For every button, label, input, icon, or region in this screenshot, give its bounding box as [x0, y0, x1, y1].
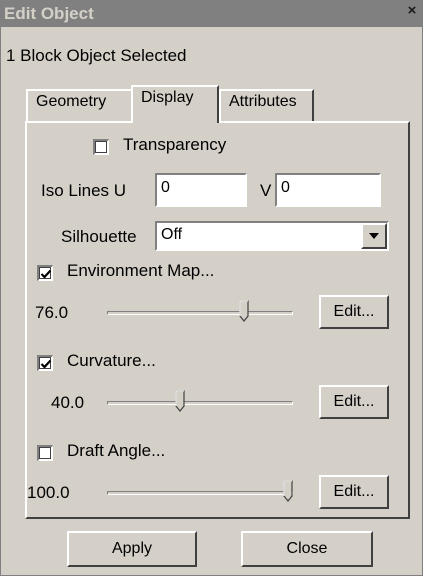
- draft-angle-slider-thumb[interactable]: [283, 480, 293, 502]
- curvature-value: 40.0: [51, 393, 85, 412]
- iso-lines-v-input[interactable]: 0: [275, 173, 381, 207]
- environment-map-slider-thumb[interactable]: [239, 300, 249, 322]
- draft-angle-value: 100.0: [27, 483, 70, 502]
- selection-status: 1 Block Object Selected: [6, 46, 187, 65]
- window-title: Edit Object: [4, 4, 94, 23]
- curvature-label: Curvature...: [67, 351, 156, 370]
- iso-lines-u-input[interactable]: 0: [155, 173, 247, 207]
- transparency-checkbox[interactable]: [93, 139, 109, 155]
- curvature-slider-thumb[interactable]: [175, 390, 185, 412]
- tab-display[interactable]: Display: [131, 85, 219, 123]
- draft-angle-checkbox[interactable]: [37, 445, 53, 461]
- tab-geometry[interactable]: Geometry: [26, 89, 134, 121]
- apply-button[interactable]: Apply: [67, 531, 197, 567]
- iso-lines-v-label: V: [260, 181, 272, 200]
- curvature-checkbox[interactable]: [37, 355, 53, 371]
- close-button[interactable]: Close: [241, 531, 373, 567]
- draft-angle-edit-button[interactable]: Edit...: [319, 475, 389, 509]
- environment-map-value: 76.0: [35, 303, 69, 322]
- draft-angle-slider-track[interactable]: [107, 491, 293, 495]
- draft-angle-label: Draft Angle...: [67, 441, 166, 460]
- tab-attributes[interactable]: Attributes: [219, 89, 314, 121]
- title-bar: Edit Object ×: [1, 1, 422, 27]
- silhouette-value: Off: [161, 226, 183, 243]
- transparency-label: Transparency: [123, 135, 227, 154]
- display-panel: Transparency Iso Lines U 0 V 0 Silhouett…: [25, 121, 410, 519]
- environment-map-checkbox[interactable]: [37, 265, 53, 281]
- edit-object-window: Edit Object × 1 Block Object Selected Ge…: [0, 0, 423, 576]
- curvature-edit-button[interactable]: Edit...: [319, 385, 389, 419]
- iso-lines-u-label: Iso Lines U: [41, 181, 127, 200]
- close-icon[interactable]: ×: [405, 3, 419, 18]
- environment-map-slider-track[interactable]: [107, 311, 293, 315]
- chevron-down-icon[interactable]: [361, 223, 387, 249]
- curvature-slider-track[interactable]: [107, 401, 293, 405]
- environment-map-edit-button[interactable]: Edit...: [319, 295, 389, 329]
- silhouette-select[interactable]: Off: [155, 221, 389, 251]
- silhouette-label: Silhouette: [61, 227, 137, 246]
- environment-map-label: Environment Map...: [67, 261, 215, 280]
